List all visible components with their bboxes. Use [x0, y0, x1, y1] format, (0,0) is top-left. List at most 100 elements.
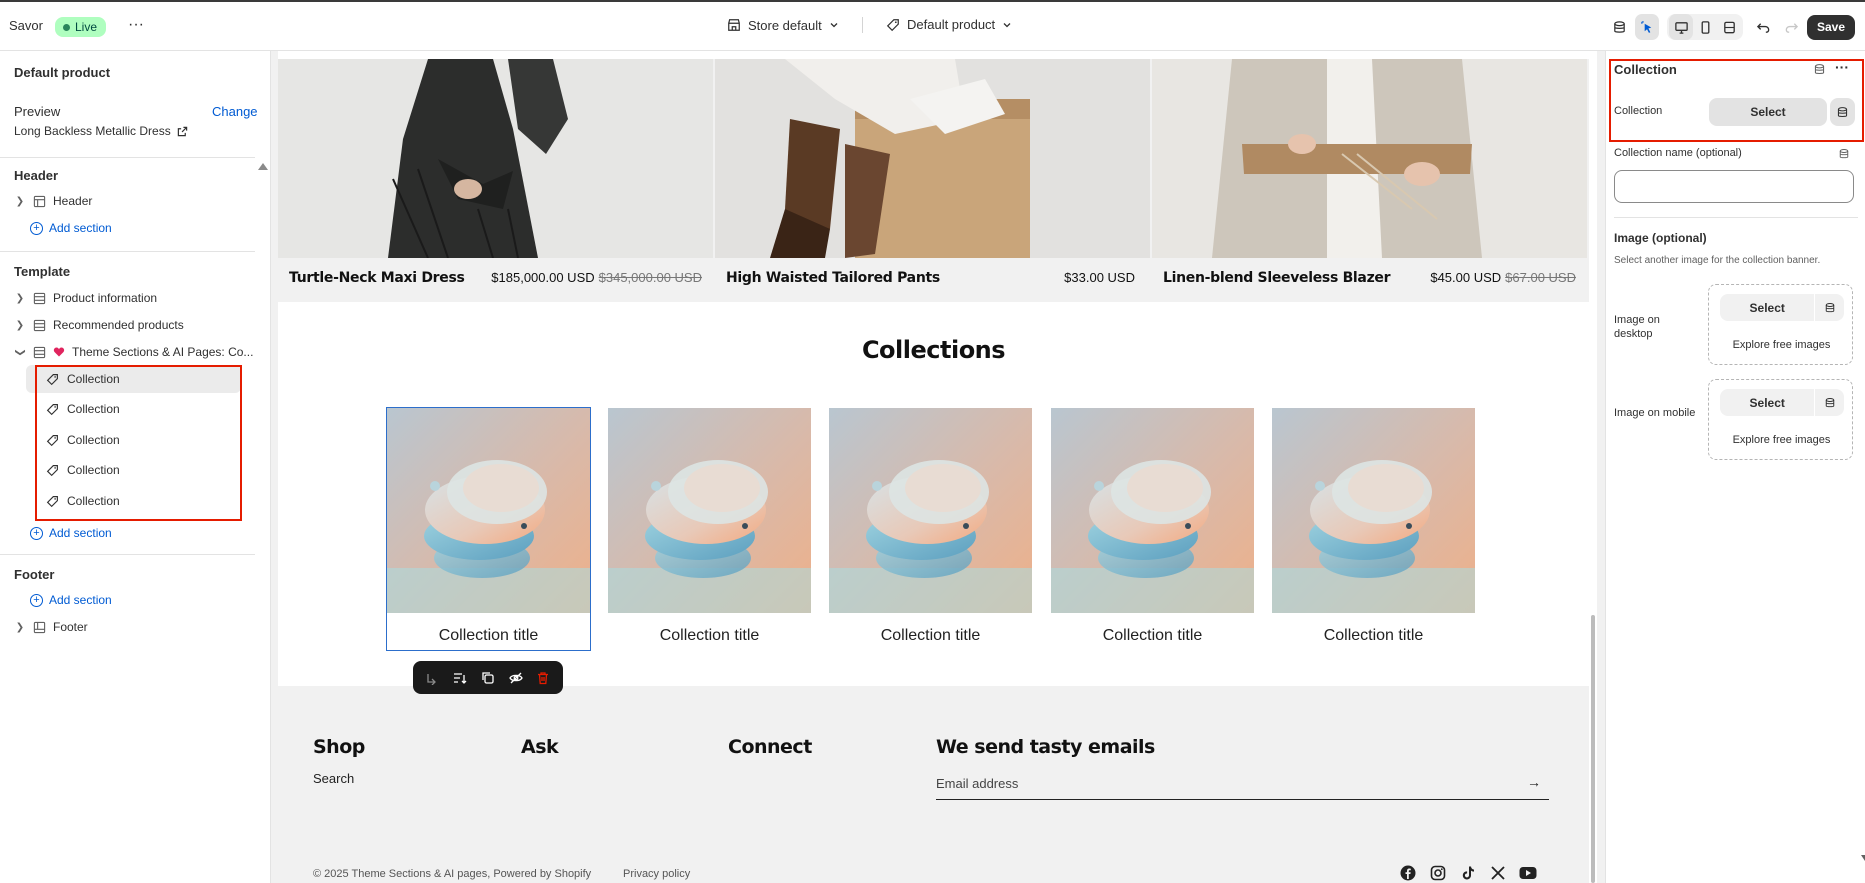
collection-card-1[interactable]: Collection title	[386, 407, 591, 651]
mobile-view-button[interactable]	[1693, 14, 1717, 40]
store-icon	[728, 19, 740, 31]
section-layout-icon	[33, 621, 46, 633]
footer-copyright: © 2025 Theme Sections & AI pages, Powere…	[313, 868, 592, 880]
chevron-right-icon: ❯	[15, 292, 25, 304]
add-section-footer-button[interactable]: + Add section	[30, 593, 112, 607]
save-button[interactable]: Save	[1806, 15, 1855, 40]
privacy-policy-link[interactable]: Privacy policy	[623, 868, 690, 880]
store-name: Savor	[9, 18, 43, 33]
sidebar-item-label: Product information	[53, 291, 158, 305]
image-desktop-source-button[interactable]	[1815, 294, 1844, 321]
image-mobile-select-button[interactable]: Select	[1720, 389, 1816, 416]
image-desktop-select-button[interactable]: Select	[1720, 294, 1816, 321]
product-strip: Turtle-Neck Maxi Dress $185,000.00 USD $3…	[278, 59, 1589, 302]
footer-newsletter-heading: We send tasty emails	[936, 736, 1155, 758]
change-preview-link[interactable]: Change	[212, 104, 258, 119]
collections-heading: Collections	[861, 336, 1006, 364]
product-price: $185,000.00 USD $345,000.00 USD	[491, 270, 702, 285]
sidebar-item-label: Theme Sections & AI Pages: Co...	[72, 345, 254, 359]
footer-group-title: Footer	[14, 567, 55, 582]
plus-circle-icon: +	[30, 526, 43, 540]
hide-button[interactable]	[506, 668, 526, 688]
collection-name-input[interactable]	[1614, 170, 1854, 203]
product-card[interactable]: High Waisted Tailored Pants $33.00 USD	[715, 59, 1150, 302]
inspector-button[interactable]	[1635, 14, 1659, 40]
sidebar-scroll-up-arrow[interactable]	[258, 163, 268, 170]
database-button[interactable]	[1607, 14, 1631, 40]
expand-icon	[1723, 21, 1735, 33]
social-links	[1399, 864, 1537, 882]
section-layout-icon	[33, 195, 46, 207]
collection-image	[1051, 408, 1254, 613]
collection-title: Collection title	[1323, 627, 1424, 644]
viewport-toggle-group	[1667, 14, 1743, 40]
price-value: $185,000.00 USD	[491, 270, 595, 285]
explore-free-images-link[interactable]: Explore free images	[1709, 339, 1854, 351]
sidebar-divider	[0, 251, 255, 252]
product-name: High Waisted Tailored Pants	[726, 270, 940, 286]
section-list-icon	[33, 346, 46, 358]
sidebar-item-recommended-products[interactable]: ❯ Recommended products	[14, 314, 184, 336]
database-icon[interactable]	[1836, 146, 1852, 162]
eye-slash-icon	[508, 672, 523, 683]
sidebar-item-product-information[interactable]: ❯ Product information	[14, 287, 157, 309]
add-section-template-button[interactable]: + Add section	[30, 526, 112, 540]
tiktok-icon[interactable]	[1459, 864, 1477, 882]
collection-card-4[interactable]: Collection title	[1051, 408, 1254, 650]
panel-scroll-down-arrow[interactable]	[1861, 855, 1865, 861]
product-price: $33.00 USD	[1064, 270, 1139, 285]
template-group-title: Template	[14, 264, 71, 279]
explore-free-images-link[interactable]: Explore free images	[1709, 434, 1854, 446]
fullscreen-view-button[interactable]	[1717, 14, 1741, 40]
facebook-icon[interactable]	[1399, 864, 1417, 882]
instagram-icon[interactable]	[1429, 864, 1447, 882]
store-default-selector[interactable]: Store default	[727, 17, 863, 33]
canvas-scrollbar[interactable]	[1589, 51, 1597, 883]
store-footer: Shop Ask Connect We send tasty emails Se…	[278, 686, 1589, 883]
collection-title: Collection title	[1102, 627, 1203, 644]
footer-shop-heading: Shop	[313, 736, 365, 758]
newsletter-email-field[interactable]: Email address →	[936, 774, 1549, 800]
move-up-button[interactable]	[423, 668, 443, 688]
price-value: $33.00 USD	[1064, 270, 1135, 285]
redo-button[interactable]	[1779, 14, 1803, 40]
default-product-selector[interactable]: Default product	[886, 17, 1012, 32]
sidebar-item-theme-sections[interactable]: ❯ Theme Sections & AI Pages: Co...	[14, 341, 254, 363]
x-twitter-icon[interactable]	[1489, 864, 1507, 882]
panel-gap	[1597, 51, 1605, 883]
top-separator	[861, 17, 863, 33]
editor-tools	[1607, 14, 1803, 40]
sort-icon	[454, 672, 467, 684]
collection-card-5[interactable]: Collection title	[1272, 408, 1475, 650]
image-mobile-source-button[interactable]	[1815, 389, 1844, 416]
collection-card-3[interactable]: Collection title	[829, 408, 1032, 650]
undo-button[interactable]	[1751, 14, 1775, 40]
delete-button[interactable]	[533, 668, 553, 688]
collection-card-2[interactable]: Collection title	[608, 408, 811, 650]
preview-product-link[interactable]: Long Backless Metallic Dress	[14, 124, 188, 138]
default-product-label: Default product	[907, 17, 996, 32]
product-card[interactable]: Turtle-Neck Maxi Dress $185,000.00 USD $3…	[278, 59, 713, 302]
live-badge: Live	[55, 17, 107, 37]
reorder-button[interactable]	[450, 668, 470, 688]
arrow-right-icon[interactable]: →	[1527, 774, 1541, 790]
block-floating-toolbar	[413, 661, 563, 694]
product-card[interactable]: Linen-blend Sleeveless Blazer $45.00 USD…	[1152, 59, 1587, 302]
compare-price: $345,000.00 USD	[598, 270, 702, 285]
add-section-header-button[interactable]: + Add section	[30, 221, 112, 235]
chevron-down-icon: ❯	[14, 347, 26, 357]
scrollbar-thumb[interactable]	[1591, 615, 1595, 883]
duplicate-button[interactable]	[478, 668, 498, 688]
highlight-box	[1609, 59, 1864, 142]
collection-image	[829, 408, 1032, 613]
youtube-icon[interactable]	[1519, 864, 1537, 882]
store-default-label: Store default	[748, 17, 822, 33]
more-actions-button[interactable]: ···	[124, 14, 148, 38]
sidebar-item-header[interactable]: ❯ Header	[14, 190, 93, 212]
indent-icon	[427, 673, 436, 685]
footer-search-link[interactable]: Search	[313, 771, 354, 786]
sidebar-item-footer[interactable]: ❯ Footer	[14, 616, 88, 638]
price-value: $45.00 USD	[1430, 270, 1502, 285]
desktop-view-button[interactable]	[1669, 14, 1693, 40]
database-icon	[1825, 302, 1834, 312]
